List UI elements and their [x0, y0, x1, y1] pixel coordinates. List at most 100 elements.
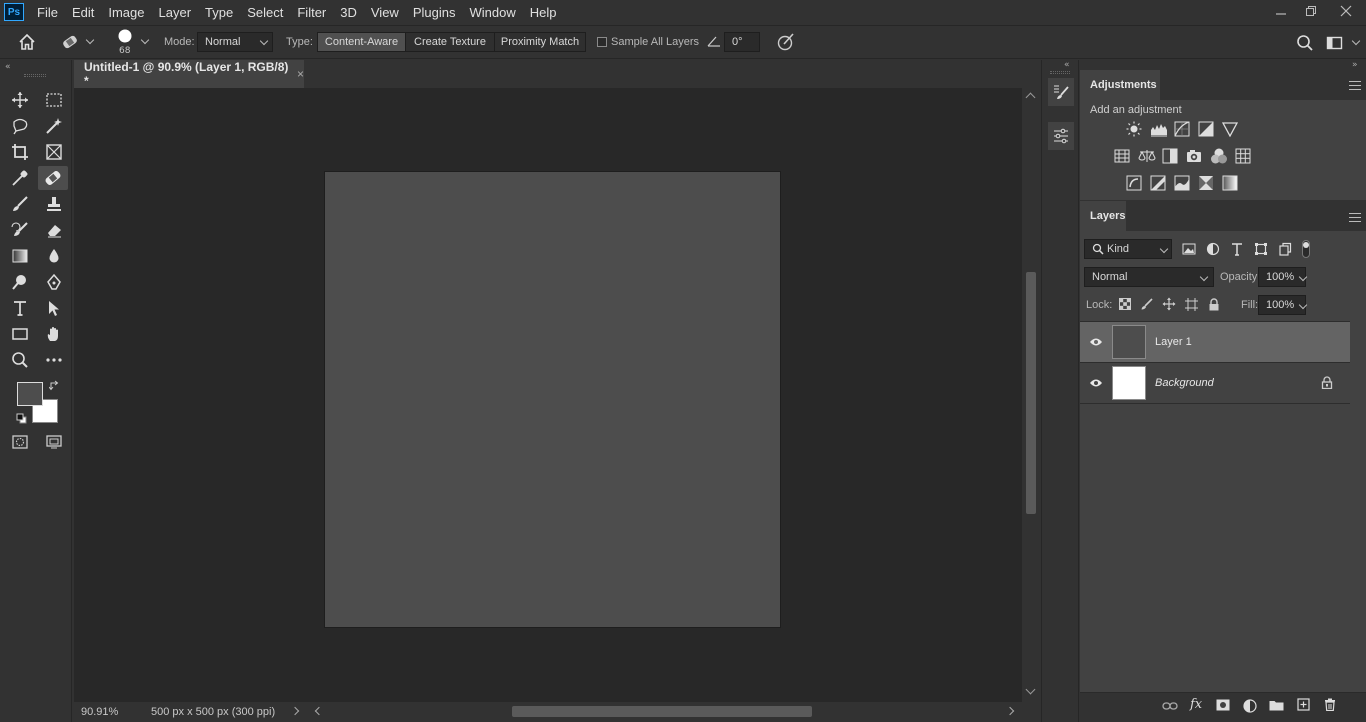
blur-tool-icon[interactable]: [41, 244, 67, 268]
lasso-tool-icon[interactable]: [7, 114, 33, 138]
scroll-up-icon[interactable]: [1025, 92, 1036, 103]
layer-row-layer-1[interactable]: Layer 1: [1080, 322, 1350, 362]
zoom-level[interactable]: 90.91%: [81, 706, 118, 718]
selective-color-icon[interactable]: [1198, 175, 1214, 191]
exposure-icon[interactable]: [1198, 121, 1214, 137]
collapse-toolbar-icon[interactable]: «: [5, 62, 11, 72]
lock-position-icon[interactable]: [1162, 297, 1178, 313]
curves-icon[interactable]: [1174, 121, 1190, 137]
rectangle-tool-icon[interactable]: [7, 322, 33, 346]
angle-input[interactable]: 0°: [724, 32, 760, 52]
photo-filter-icon[interactable]: [1186, 148, 1202, 164]
brush-picker-chevron-icon[interactable]: [140, 35, 150, 45]
filter-toggle-switch[interactable]: [1302, 240, 1310, 258]
lock-image-pixels-icon[interactable]: [1141, 298, 1157, 314]
menu-select[interactable]: Select: [240, 5, 290, 20]
layer-visibility-eye-icon[interactable]: [1080, 378, 1112, 388]
posterize-icon[interactable]: [1150, 175, 1166, 191]
vibrance-icon[interactable]: [1222, 121, 1238, 137]
menu-plugins[interactable]: Plugins: [406, 5, 463, 20]
eraser-tool-icon[interactable]: [41, 218, 67, 242]
invert-icon[interactable]: [1126, 175, 1142, 191]
gradient-map-icon[interactable]: [1222, 175, 1238, 191]
brush-tool-icon[interactable]: [7, 192, 33, 216]
layer-row-background[interactable]: Background: [1080, 363, 1350, 403]
history-brush-tool-icon[interactable]: [7, 218, 33, 242]
menu-image[interactable]: Image: [101, 5, 151, 20]
link-layers-icon[interactable]: [1162, 700, 1178, 716]
menu-type[interactable]: Type: [198, 5, 240, 20]
zoom-tool-icon[interactable]: [7, 348, 33, 372]
eyedropper-tool-icon[interactable]: [7, 166, 33, 190]
menu-window[interactable]: Window: [462, 5, 522, 20]
channel-mixer-icon[interactable]: [1210, 148, 1227, 164]
filter-shape-layers-icon[interactable]: [1254, 242, 1270, 258]
quick-mask-icon[interactable]: [7, 430, 33, 454]
menu-layer[interactable]: Layer: [152, 5, 199, 20]
swap-colors-icon[interactable]: [49, 380, 60, 391]
new-fill-adjustment-layer-icon[interactable]: [1243, 699, 1259, 715]
filter-pixel-layers-icon[interactable]: [1182, 242, 1198, 258]
magic-wand-tool-icon[interactable]: [41, 114, 67, 138]
close-tab-icon[interactable]: ×: [297, 67, 304, 81]
scroll-down-icon[interactable]: [1025, 684, 1036, 695]
lock-artboard-icon[interactable]: [1185, 298, 1201, 314]
pen-tool-icon[interactable]: [41, 270, 67, 294]
blend-mode-select[interactable]: Normal: [1084, 267, 1214, 287]
brightness-contrast-icon[interactable]: [1126, 121, 1142, 137]
search-icon[interactable]: [1296, 34, 1314, 52]
hue-saturation-icon[interactable]: [1114, 148, 1130, 164]
new-layer-icon[interactable]: [1297, 698, 1313, 714]
clone-stamp-tool-icon[interactable]: [41, 192, 67, 216]
filter-type-layers-icon[interactable]: [1230, 242, 1246, 258]
levels-icon[interactable]: [1150, 121, 1167, 137]
status-menu-arrow-icon[interactable]: [290, 706, 300, 716]
workspace-chevron-icon[interactable]: [1351, 36, 1361, 46]
collapse-panels-icon[interactable]: »: [1352, 60, 1358, 70]
layer-styles-fx-icon[interactable]: fx: [1190, 697, 1202, 712]
pressure-icon[interactable]: [776, 32, 796, 52]
document-info[interactable]: 500 px x 500 px (300 ppi): [151, 706, 275, 718]
type-tool-icon[interactable]: [7, 296, 33, 320]
crop-tool-icon[interactable]: [7, 140, 33, 164]
menu-file[interactable]: File: [30, 5, 65, 20]
brush-settings-panel-icon[interactable]: [1048, 78, 1074, 106]
content-aware-button[interactable]: Content-Aware: [317, 32, 406, 52]
minimize-button[interactable]: [1266, 0, 1296, 22]
color-lookup-icon[interactable]: [1235, 148, 1251, 164]
lock-all-icon[interactable]: [1208, 298, 1224, 314]
more-tools-icon[interactable]: [41, 348, 67, 372]
toolbar-grip[interactable]: [24, 74, 46, 77]
marquee-tool-icon[interactable]: [41, 88, 67, 112]
proximity-match-button[interactable]: Proximity Match: [494, 32, 586, 52]
move-tool-icon[interactable]: [7, 88, 33, 112]
layer-name[interactable]: Background: [1155, 377, 1214, 389]
horizontal-scroll-thumb[interactable]: [512, 706, 812, 717]
close-window-button[interactable]: [1326, 0, 1366, 22]
path-selection-tool-icon[interactable]: [41, 296, 67, 320]
brush-preview-icon[interactable]: [117, 28, 133, 44]
gradient-tool-icon[interactable]: [7, 244, 33, 268]
menu-filter[interactable]: Filter: [290, 5, 333, 20]
adjustments-panel-menu-icon[interactable]: [1349, 81, 1361, 93]
color-balance-icon[interactable]: [1138, 148, 1156, 164]
spot-healing-brush-tool-icon[interactable]: [38, 166, 68, 190]
layer-visibility-eye-icon[interactable]: [1080, 337, 1112, 347]
layer-lock-icon[interactable]: [1321, 376, 1333, 389]
document-tab[interactable]: Untitled-1 @ 90.9% (Layer 1, RGB/8) * ×: [74, 60, 304, 88]
vertical-scroll-thumb[interactable]: [1026, 272, 1036, 514]
scroll-right-icon[interactable]: [1005, 706, 1015, 716]
scroll-left-icon[interactable]: [314, 706, 324, 716]
tab-layers[interactable]: Layers: [1080, 201, 1126, 231]
collapse-strip-icon[interactable]: «: [1064, 60, 1070, 70]
properties-panel-icon[interactable]: [1048, 122, 1074, 150]
menu-view[interactable]: View: [364, 5, 406, 20]
menu-help[interactable]: Help: [523, 5, 564, 20]
canvas[interactable]: [325, 172, 780, 627]
default-colors-icon[interactable]: [16, 413, 27, 424]
menu-3d[interactable]: 3D: [333, 5, 364, 20]
layer-name[interactable]: Layer 1: [1155, 336, 1192, 348]
filter-smart-objects-icon[interactable]: [1278, 242, 1294, 258]
dodge-tool-icon[interactable]: [7, 270, 33, 294]
strip-grip[interactable]: [1050, 71, 1070, 74]
